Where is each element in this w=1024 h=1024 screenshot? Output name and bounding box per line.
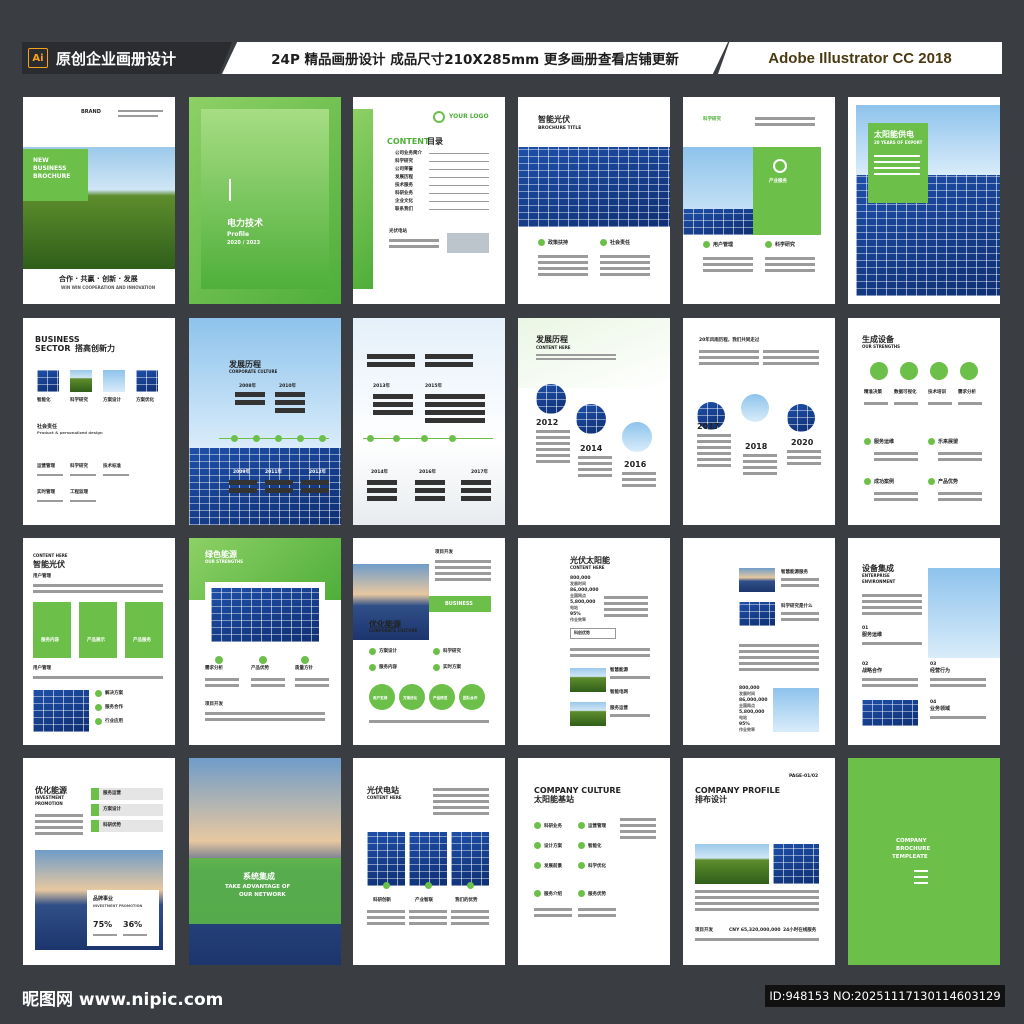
header-title-bar: Ai 原创企业画册设计 xyxy=(22,42,232,74)
page-20: 系统集成 TAKE ADVANTAGE OF OUR NETWORK xyxy=(189,758,341,965)
header-specs: 24P 精品画册设计 成品尺寸210X285mm 更多画册查看店铺更新 xyxy=(222,42,728,74)
header-title: 原创企业画册设计 xyxy=(56,49,177,68)
illustrator-icon: Ai xyxy=(28,48,48,68)
page-24-back-cover: COMPANY BROCHURE TEMPLEATE xyxy=(848,758,1000,965)
brand-logo: BRAND xyxy=(81,109,101,115)
page-5: 科学研究 产业服务 用户管理 科学研究 xyxy=(683,97,835,304)
page-13: CONTENT HERE 智能光伏 用户管理 服务内容 产品展示 产品服务 用户… xyxy=(23,538,175,745)
cover-slogan: 合作 · 共赢 · 创新 · 发展 xyxy=(59,275,138,283)
page-12-equipment: 生成设备 OUR STRENGTHS 精准决策 数据可视化 技术培训 需求分析 … xyxy=(848,318,1000,525)
solar-panel-photo xyxy=(518,147,670,227)
page-6: 太阳能供电 20 YEARS OF EXPORT xyxy=(848,97,1000,304)
page-23: PAGE-01/02 COMPANY PROFILE 排布设计 项目开发 CNY… xyxy=(683,758,835,965)
page-19: 优化能源 INVESTMENT PROMOTION 服务运营 方案设计 科研优势… xyxy=(23,758,175,965)
page-14: 绿色能源 OUR STRENGTHS 需求分析 产品优势 质量方针 项目开发 xyxy=(189,538,341,745)
image-id-bar: ID:948153 NO:20251117130114603129 xyxy=(765,985,1005,1007)
page-8-timeline: 发展历程 CORPORATE CULTURE 2008年 2010年 2009年… xyxy=(189,318,341,525)
page-22: COMPANY CULTURE 太阳能基站 科研业务 运营管理 设计方案 智能化… xyxy=(518,758,670,965)
page-4: 智能光伏 BROCHURE TITLE 政策扶持 社会责任 xyxy=(518,97,670,304)
page-11-history: 20年风雨历程，我们共同走过 2017 2018 2020 xyxy=(683,318,835,525)
page-9-timeline: 2013年 2015年 2014年 2016年 2017年 xyxy=(353,318,505,525)
page-17: 智慧能源服务 科学研究是什么 800,000 发展时间 86,000,000 全… xyxy=(683,538,835,745)
watermark-brand: 昵图网 www.nipic.com xyxy=(22,990,224,1010)
page-10-history: 发展历程 CONTENT HERE 2012 2014 2016 xyxy=(518,318,670,525)
page-16: 光伏太阳能 CONTENT HERE 800,000 发展时间 86,000,0… xyxy=(518,538,670,745)
page-2-cover-green: 电力技术 Profile 2020 / 2023 xyxy=(189,97,341,304)
page-7: BUSINESS SECTOR 搭高创新力 智能化 科学研究 方案设计 方案优化… xyxy=(23,318,175,525)
page-3-contents: YOUR LOGO CONTENT 目录 公司业务简介 科学研究 公司荣誉 发展… xyxy=(353,97,505,304)
page-15: 项目开发 BUSINESS 优化能源 CORPORATE CULTURE 方案设… xyxy=(353,538,505,745)
page-1-cover: BRAND NEW BUSINESS BROCHURE 合作 · 共赢 · 创新… xyxy=(23,97,175,304)
page-21: 光伏电站 CONTENT HERE 科研创新 产业智联 我们的优势 xyxy=(353,758,505,965)
header-software: Adobe Illustrator CC 2018 xyxy=(718,42,1002,74)
page-18: 设备集成 ENTERPRISE ENVIRONMENT 01 服务运维 02 战… xyxy=(848,538,1000,745)
